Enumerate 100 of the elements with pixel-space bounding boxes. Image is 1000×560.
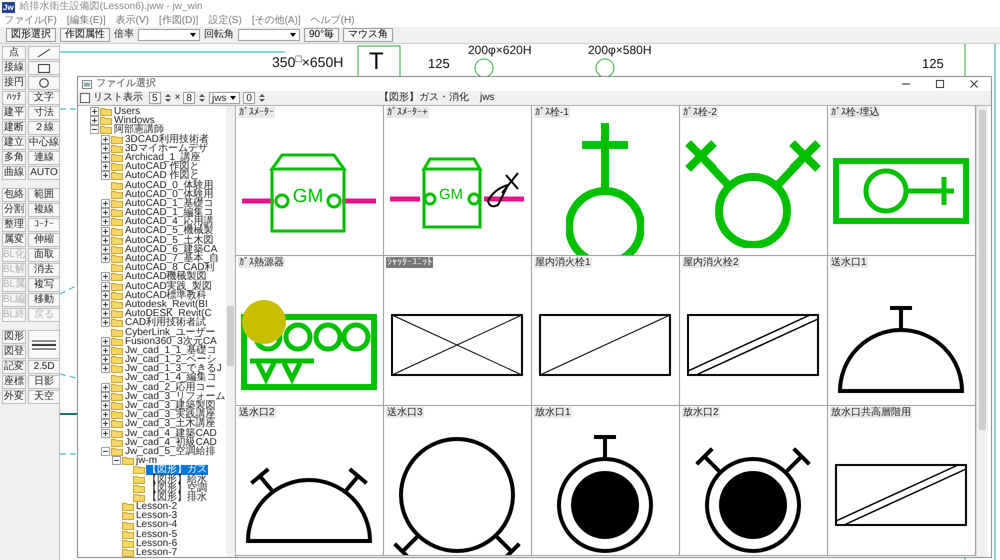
tool-button[interactable]: 図形 [2,330,26,344]
tool-button[interactable]: 包絡 [2,188,26,202]
tree-item[interactable]: Jw_cad_4_初級CAD [124,438,218,447]
symbol-tile[interactable]: ｶﾞｽﾒｰﾀｰ GM [236,106,384,256]
close-icon[interactable] [969,79,979,89]
menu-item[interactable]: ファイル(F) [4,14,57,27]
tool-button[interactable]: 移動 [28,293,60,307]
maximize-icon[interactable] [935,79,945,89]
tree-item[interactable]: Lesson-3 [135,511,178,520]
expand-icon[interactable] [101,134,110,144]
dropdown[interactable]: jws [208,92,240,104]
tree-item[interactable]: AutoCAD_5_土木図 [124,236,214,245]
expand-icon[interactable] [101,153,110,162]
tool-button[interactable]: 分割 [2,203,26,217]
tree-item[interactable]: 3Dマイホームデザ [124,144,209,153]
expand-icon[interactable] [101,244,110,254]
expand-icon[interactable] [101,336,110,346]
tree-item[interactable]: Autodesk_Revit(BI [124,300,209,310]
tool-button[interactable]: 属変 [2,233,26,247]
expand-icon[interactable] [101,355,110,364]
tool-button[interactable]: 記変 [2,360,26,374]
expand-icon[interactable] [101,236,110,245]
scrollbar[interactable] [976,106,988,557]
expand-icon[interactable] [101,290,110,300]
tree-item[interactable]: Jw_cad_4_建築CAD [124,428,218,438]
tree-item[interactable]: CAD利用技術者試 [124,318,208,328]
tree-item[interactable]: 【図形】排水 [146,492,208,502]
expand-icon[interactable] [101,171,110,180]
collapse-icon[interactable] [112,456,121,466]
tree-item[interactable]: 【図形】給水 [146,474,208,484]
symbol-tile[interactable]: 放水口2 [680,406,828,556]
menu-item[interactable]: [作図(D)] [159,14,198,27]
toolbar-button[interactable]: 作図属性 [60,28,110,42]
tree-item[interactable]: Jw_cad_1_2_ベーシ [124,355,218,364]
tree-item[interactable]: Jw_cad_1_3_できるJ [124,364,223,374]
expand-icon[interactable] [101,318,110,328]
tool-button[interactable]: 中心線 [28,136,60,150]
tree-item[interactable]: 3DCAD利用技術者 [124,134,210,144]
menu-item[interactable]: [その他(A)] [252,14,301,27]
tree-item[interactable]: 阿部憲講師 [113,125,165,135]
symbol-tile[interactable]: 放水口共高層階用 [828,406,976,556]
expand-icon[interactable] [101,364,110,374]
symbol-tile[interactable]: ｶﾞｽ熱源器 [236,256,384,406]
tree-item[interactable]: AutoCAD 作図と [124,171,200,181]
expand-icon[interactable] [101,392,110,401]
tree-item[interactable]: AutoCAD機械製図 [124,272,208,282]
expand-icon[interactable] [101,401,110,410]
tree-item[interactable]: AutoCAD_1_編集コ [124,208,214,218]
symbol-tile[interactable]: ｼｬｯﾀｰﾕﾆｯﾄ [384,256,532,406]
tree-item[interactable]: Jw_cad_1_1_基礎コ [124,346,218,356]
tree-item[interactable]: Jw_cad_2_応用コー [124,382,217,392]
symbol-tile[interactable]: 屋内消火栓1 [532,256,680,406]
expand-icon[interactable] [101,410,110,420]
toolbar-button[interactable]: 90°毎 [304,28,340,42]
tree-item[interactable]: Lesson-7 [135,548,178,557]
expand-icon[interactable] [101,282,110,291]
expand-icon[interactable] [101,309,110,318]
tree-item[interactable]: Lesson-2 [135,502,178,512]
expand-icon[interactable] [101,382,110,392]
spin-buttons-icon[interactable] [258,93,266,103]
tool-button[interactable]: 複線 [28,203,60,217]
tree-item[interactable]: Jw_cad_3_実践講座 [124,410,217,420]
tree-item[interactable]: Archicad_1_講座 [124,152,202,162]
symbol-tile[interactable]: ｶﾞｽﾒｰﾀｰ+ GM [384,106,532,256]
tool-button[interactable]: ﾊｯﾁ [2,91,26,105]
menu-item[interactable]: [編集(E)] [66,14,106,27]
toolbar-button[interactable]: マウス角 [343,28,394,42]
menu-item[interactable]: ヘルプ(H) [310,14,355,27]
collapse-icon[interactable] [101,447,110,456]
line-tool-button[interactable] [28,46,60,60]
tool-button[interactable]: 範囲 [28,188,60,202]
tool-button[interactable]: 日影 [28,375,60,389]
spin-field[interactable]: 8 [183,92,195,104]
checkbox[interactable] [80,93,90,103]
tree-item[interactable]: CyberLink_ユーザー [124,328,217,337]
symbol-tile[interactable]: 屋内消火栓2 [680,256,828,406]
spin-buttons-icon[interactable] [198,93,206,103]
tree-item[interactable]: AutoCAD_4_応用講 [124,217,214,226]
tool-button[interactable]: 整理 [2,218,26,232]
tool-button[interactable]: 建断 [2,121,26,135]
dropdown[interactable] [238,29,300,41]
tree-item[interactable]: Jw_cad_5_空調給排 [124,446,217,456]
expand-icon[interactable] [90,116,99,126]
tree-item[interactable]: AutoCAD_0_体験用 [124,180,214,190]
tool-button[interactable]: 建平 [2,106,26,120]
tool-button[interactable]: 面取 [28,248,60,262]
menu-item[interactable]: 設定(S) [208,14,242,27]
tool-button[interactable]: 接線 [2,61,26,75]
dropdown[interactable] [138,29,200,41]
symbol-tile[interactable]: 放水口1 [532,406,680,556]
spin-field[interactable]: 5 [149,92,161,104]
tree-item[interactable]: Jw_cad_3_土木講座 [124,419,217,429]
expand-icon[interactable] [101,226,110,236]
line-style-button[interactable] [28,330,60,359]
tree-item[interactable]: AutoCAD_6_建築CA [124,244,218,254]
tool-button[interactable]: 文字 [28,91,60,105]
tool-button[interactable]: 点 [2,46,26,60]
tool-button[interactable]: 天空 [28,390,60,404]
tree-item[interactable]: Users [113,107,142,116]
tree-item[interactable]: AutoCAD_8_CAD利 [124,263,216,272]
